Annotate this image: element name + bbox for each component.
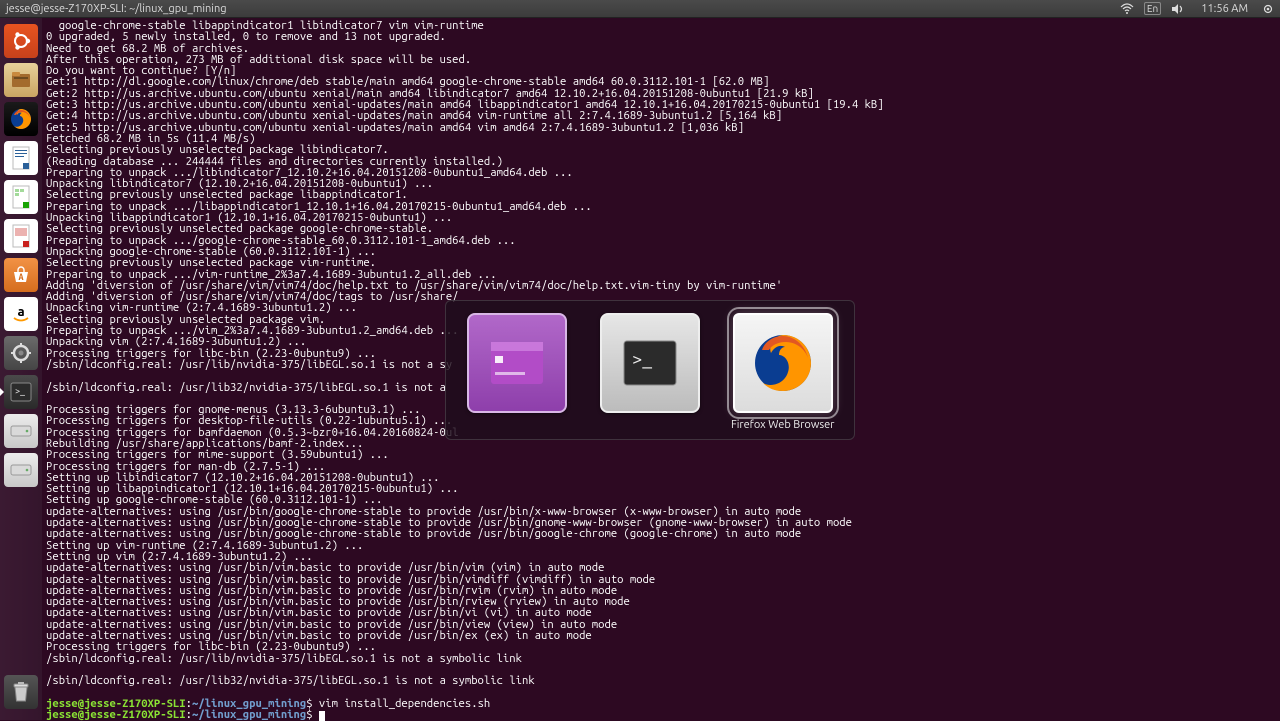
terminal-line: update-alternatives: using /usr/bin/goog… [46, 528, 1276, 539]
terminal-line: Get:4 http://us.archive.ubuntu.com/ubunt… [46, 110, 1276, 121]
app-switcher: >_ Firefox Web Browser [445, 300, 855, 440]
ubuntu-dash-icon[interactable] [4, 24, 38, 58]
wifi-icon[interactable] [1120, 3, 1134, 15]
terminal-line: Selecting previously unselected package … [46, 257, 1276, 268]
terminal-line: /sbin/ldconfig.real: /usr/lib/nvidia-375… [46, 653, 1276, 664]
impress-icon[interactable] [4, 219, 38, 253]
terminal-line: Selecting previously unselected package … [46, 144, 1276, 155]
amazon-icon[interactable]: a [4, 297, 38, 331]
terminal-prompt-current[interactable]: jesse@jesse-Z170XP-SLI:~/linux_gpu_minin… [46, 709, 1276, 720]
app-switcher-files[interactable] [464, 313, 571, 419]
window-title: jesse@jesse-Z170XP-SLI: ~/linux_gpu_mini… [6, 3, 227, 15]
calc-icon[interactable] [4, 180, 38, 214]
unity-launcher: A a >_ [0, 18, 42, 720]
terminal-line: Selecting previously unselected package … [46, 223, 1276, 234]
files-icon[interactable] [4, 63, 38, 97]
terminal-line: update-alternatives: using /usr/bin/vim.… [46, 562, 1276, 573]
trash-icon[interactable] [4, 675, 38, 709]
svg-text:>_: >_ [632, 349, 652, 369]
writer-icon[interactable] [4, 141, 38, 175]
firefox-icon[interactable] [4, 102, 38, 136]
svg-text:>_: >_ [15, 386, 25, 396]
svg-text:A: A [18, 272, 23, 282]
terminal-line: Processing triggers for libc-bin (2.23-0… [46, 641, 1276, 652]
app-switcher-firefox[interactable]: Firefox Web Browser [729, 313, 836, 431]
keyboard-lang-indicator[interactable]: En [1144, 2, 1161, 15]
terminal-line: 0 upgraded, 5 newly installed, 0 to remo… [46, 31, 1276, 42]
terminal-line: Processing triggers for mime-support (3.… [46, 449, 1276, 460]
volume-icon[interactable] [1171, 3, 1185, 15]
svg-text:a: a [17, 305, 24, 319]
disk2-icon[interactable] [4, 453, 38, 487]
terminal-line: /sbin/ldconfig.real: /usr/lib32/nvidia-3… [46, 675, 1276, 686]
app-switcher-terminal[interactable]: >_ [597, 313, 704, 419]
app-switcher-firefox-label: Firefox Web Browser [731, 419, 834, 431]
top-menubar: jesse@jesse-Z170XP-SLI: ~/linux_gpu_mini… [0, 0, 1280, 18]
settings-icon[interactable] [4, 336, 38, 370]
software-center-icon[interactable]: A [4, 258, 38, 292]
disk1-icon[interactable] [4, 414, 38, 448]
clock-indicator[interactable]: 11:56 AM [1201, 3, 1248, 15]
terminal-icon[interactable]: >_ [4, 375, 38, 409]
indicator-area: En 11:56 AM [1120, 2, 1274, 15]
gear-icon[interactable] [1262, 3, 1274, 15]
